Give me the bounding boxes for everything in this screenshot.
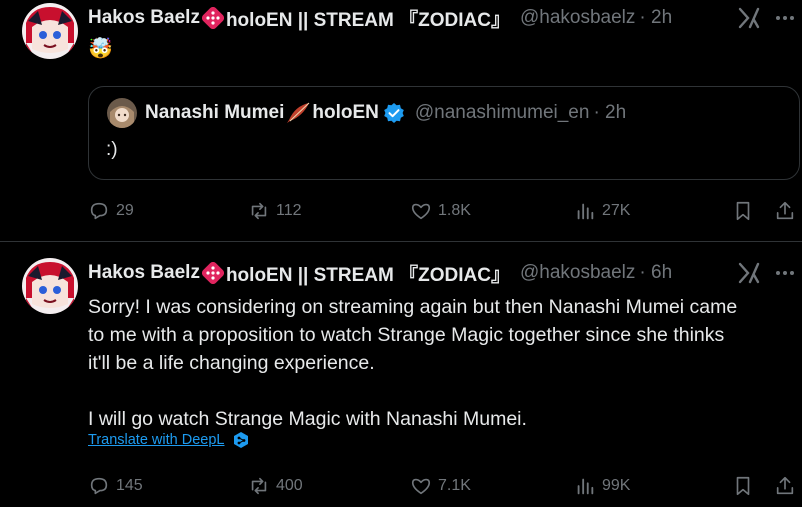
tweet-time[interactable]: · 6h bbox=[639, 262, 672, 284]
tweet-text-line: to me with a proposition to watch Strang… bbox=[88, 324, 725, 346]
deepl-icon bbox=[234, 432, 249, 448]
repost-count: 400 bbox=[276, 477, 303, 494]
repost-button[interactable]: 112 bbox=[248, 199, 302, 223]
avatar-image bbox=[22, 3, 78, 59]
views-button[interactable]: 99K bbox=[574, 474, 630, 498]
author-name-text: Hakos Baelz bbox=[88, 7, 200, 28]
like-button[interactable]: 1.8K bbox=[410, 199, 471, 223]
reply-count: 145 bbox=[116, 477, 143, 494]
share-button[interactable] bbox=[774, 474, 796, 498]
author-handle[interactable]: @hakosbaelz bbox=[520, 7, 635, 29]
grok-icon[interactable] bbox=[736, 261, 762, 285]
like-button[interactable]: 7.1K bbox=[410, 474, 471, 498]
tweet-actions: 29 112 1.8K 27K bbox=[88, 199, 802, 223]
repost-count: 112 bbox=[276, 202, 302, 219]
tweet-text: 🤯 bbox=[88, 38, 113, 60]
grok-icon[interactable] bbox=[736, 6, 762, 30]
author-name[interactable]: Hakos Baelz holoEN || STREAM 『ZODIAC』 bbox=[88, 260, 510, 287]
reply-button[interactable]: 145 bbox=[88, 474, 143, 498]
views-button[interactable]: 27K bbox=[574, 199, 630, 223]
tweet-header: Hakos Baelz holoEN || STREAM 『ZODIAC』 @h… bbox=[88, 260, 672, 287]
author-name-suffix: holoEN || STREAM 『ZODIAC』 bbox=[225, 9, 510, 31]
quoted-tweet-text: :) bbox=[106, 139, 118, 160]
heart-icon bbox=[411, 478, 431, 495]
reply-button[interactable]: 29 bbox=[88, 199, 134, 223]
translate-link[interactable]: Translate with DeepL bbox=[88, 431, 250, 449]
bookmark-icon bbox=[736, 476, 750, 496]
more-options-icon[interactable] bbox=[776, 6, 802, 30]
header-icons bbox=[736, 261, 802, 285]
reply-count: 29 bbox=[116, 202, 134, 219]
quoted-author-name-text: Nanashi Mumei bbox=[145, 102, 285, 123]
author-name-text: Hakos Baelz bbox=[88, 262, 200, 283]
author-name[interactable]: Hakos Baelz holoEN || STREAM 『ZODIAC』 bbox=[88, 5, 510, 32]
quoted-author-handle: @nanashimumei_en bbox=[414, 102, 590, 123]
share-button[interactable] bbox=[774, 199, 796, 223]
tweet-text: Sorry! I was considering on streaming ag… bbox=[88, 293, 798, 433]
views-count: 99K bbox=[602, 477, 631, 494]
repost-icon bbox=[251, 202, 267, 220]
bookmark-button[interactable] bbox=[732, 199, 754, 223]
like-count: 7.1K bbox=[438, 477, 471, 494]
bookmark-icon bbox=[736, 201, 750, 221]
author-avatar[interactable] bbox=[22, 3, 78, 59]
author-name-suffix: holoEN || STREAM 『ZODIAC』 bbox=[225, 264, 510, 286]
quoted-tweet[interactable]: Nanashi Mumei holoEN @nanashimumei_en · … bbox=[88, 86, 800, 180]
views-count: 27K bbox=[602, 202, 631, 219]
translate-label: Translate with DeepL bbox=[88, 432, 225, 448]
dice-icon bbox=[201, 7, 224, 29]
verified-badge-icon bbox=[384, 103, 404, 123]
author-avatar[interactable] bbox=[22, 258, 78, 314]
reply-icon bbox=[90, 477, 108, 495]
bookmark-button[interactable] bbox=[732, 474, 754, 498]
like-count: 1.8K bbox=[438, 202, 471, 219]
tweet-text-line: I will go watch Strange Magic with Nanas… bbox=[88, 408, 527, 430]
heart-icon bbox=[411, 203, 431, 220]
share-icon bbox=[776, 476, 794, 495]
dice-icon bbox=[201, 262, 224, 284]
tweet-header: Hakos Baelz holoEN || STREAM 『ZODIAC』 @h… bbox=[88, 5, 672, 32]
quoted-tweet-header: Nanashi Mumei holoEN @nanashimumei_en · … bbox=[145, 101, 626, 125]
views-chart-icon bbox=[577, 203, 594, 220]
repost-button[interactable]: 400 bbox=[248, 474, 303, 498]
tweet-actions: 145 400 7.1K 99K bbox=[88, 474, 802, 498]
repost-icon bbox=[251, 477, 267, 495]
tweet-text-line: Sorry! I was considering on streaming ag… bbox=[88, 296, 738, 318]
views-chart-icon bbox=[577, 478, 594, 495]
header-icons bbox=[736, 6, 802, 30]
feather-icon bbox=[287, 102, 310, 123]
share-icon bbox=[776, 201, 794, 220]
avatar-image bbox=[22, 258, 78, 314]
quoted-author-name-suffix: holoEN bbox=[312, 102, 379, 123]
avatar-image bbox=[107, 98, 137, 128]
tweet-text-line: it'll be a life changing experience. bbox=[88, 352, 375, 374]
quoted-author-avatar bbox=[107, 98, 137, 128]
more-options-icon[interactable] bbox=[776, 261, 802, 285]
quoted-tweet-time: · 2h bbox=[593, 102, 627, 123]
tweet[interactable]: Hakos Baelz holoEN || STREAM 『ZODIAC』 @h… bbox=[0, 0, 802, 242]
reply-icon bbox=[90, 202, 108, 220]
tweet[interactable]: Hakos Baelz holoEN || STREAM 『ZODIAC』 @h… bbox=[0, 242, 802, 507]
author-handle[interactable]: @hakosbaelz bbox=[520, 262, 635, 284]
quoted-author-name: Nanashi Mumei holoEN bbox=[145, 102, 379, 124]
tweet-time[interactable]: · 2h bbox=[639, 7, 672, 29]
